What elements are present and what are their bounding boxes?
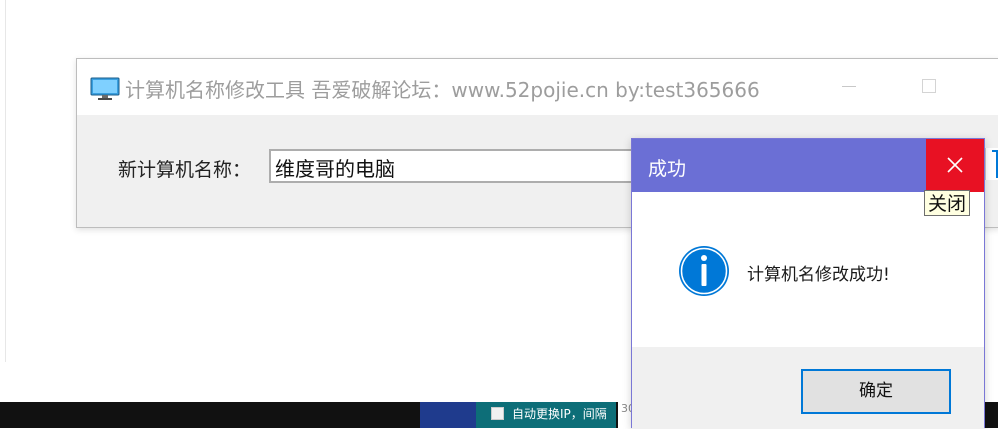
dialog-titlebar[interactable]: 成功	[632, 139, 984, 192]
background-button-focus	[992, 150, 998, 178]
minimize-icon[interactable]	[842, 86, 856, 87]
taskbar-segment	[420, 402, 476, 428]
maximize-icon[interactable]	[922, 79, 936, 93]
background-edge	[0, 0, 6, 362]
dialog-message: 计算机名修改成功!	[747, 265, 890, 285]
close-tooltip: 关闭	[924, 190, 971, 216]
dialog-footer: 确定	[632, 347, 984, 429]
info-icon	[678, 245, 730, 297]
window-title: 计算机名称修改工具 吾爱破解论坛：www.52pojie.cn by:test3…	[125, 78, 760, 102]
ok-button[interactable]: 确定	[801, 369, 951, 414]
computer-monitor-icon	[90, 77, 120, 100]
auto-ip-label: 自动更换IP，间隔	[512, 407, 607, 421]
success-dialog: 成功 计算机名修改成功! 确定	[631, 138, 985, 429]
close-button[interactable]	[926, 139, 984, 192]
main-titlebar[interactable]: 计算机名称修改工具 吾爱破解论坛：www.52pojie.cn by:test3…	[77, 59, 998, 115]
computer-name-label: 新计算机名称：	[118, 159, 252, 181]
close-icon	[947, 157, 963, 173]
dialog-title: 成功	[648, 158, 687, 180]
computer-name-input[interactable]: 维度哥的电脑	[269, 149, 639, 183]
auto-ip-checkbox[interactable]	[491, 407, 504, 420]
